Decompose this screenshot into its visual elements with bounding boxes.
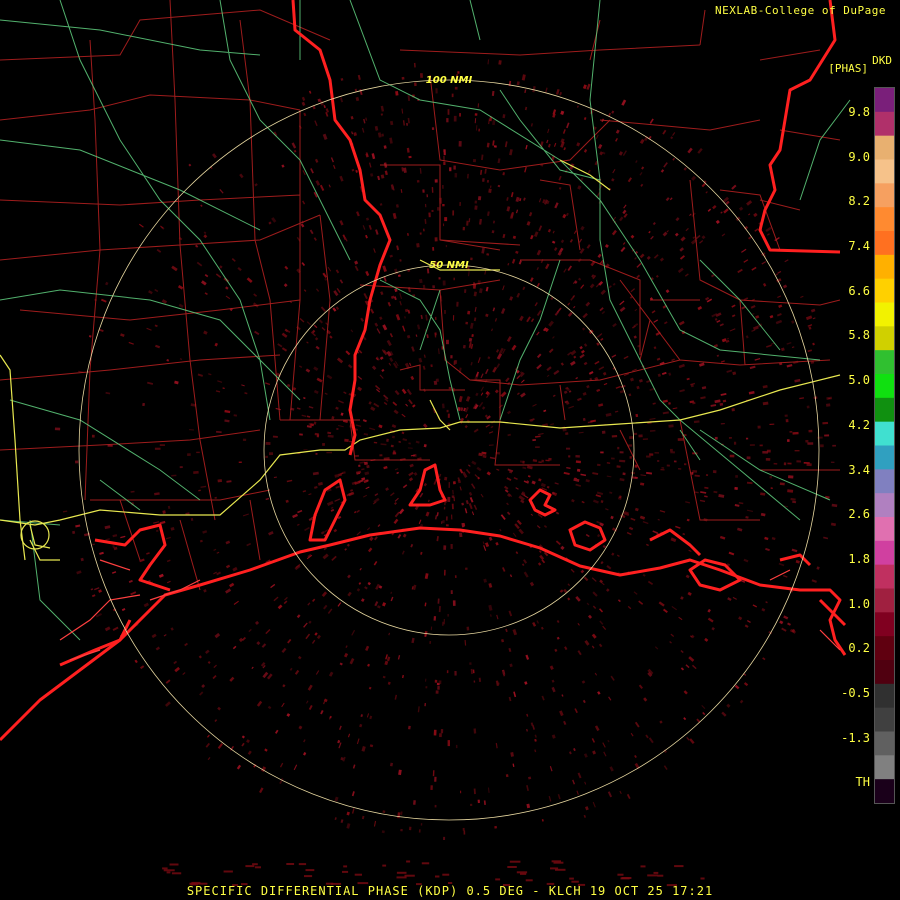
legend-swatch (875, 707, 894, 732)
legend-swatch (875, 683, 894, 709)
legend-label: 9.0 (848, 149, 870, 164)
legend-swatch (875, 88, 894, 113)
legend-swatch (875, 445, 894, 470)
legend-swatch (875, 493, 894, 518)
legend-swatch (875, 254, 894, 280)
legend-swatch (875, 612, 894, 637)
legend-label: 0.2 (848, 641, 870, 656)
legend-label: 9.8 (848, 105, 870, 119)
legend-swatch (875, 517, 894, 542)
legend-label: 4.2 (848, 417, 870, 432)
radar-display: 50 NMI 100 NMI NEXLAB-College of DuPage … (0, 0, 900, 900)
legend-label: 6.6 (848, 283, 870, 298)
legend-label: 1.8 (848, 551, 870, 566)
legend-swatch (875, 159, 894, 184)
legend-swatch (875, 731, 894, 756)
legend-swatch (875, 135, 894, 160)
range-rings (78, 79, 820, 821)
legend-swatch (875, 302, 894, 327)
legend-swatch (875, 183, 894, 208)
legend-label: 2.6 (848, 507, 870, 522)
legend-swatch (875, 350, 894, 375)
legend-swatch (875, 278, 894, 303)
product-code: DKD (872, 54, 892, 67)
legend-label: -1.3 (841, 730, 870, 745)
legend-label: 7.4 (848, 239, 870, 254)
state-and-coast-lines (0, 0, 847, 742)
legend-label: 5.0 (848, 373, 870, 388)
legend-swatch (875, 779, 894, 803)
legend-label: 3.4 (848, 462, 870, 477)
outer-ring-label: 100 NMI (426, 75, 473, 86)
credit-text: NEXLAB-College of DuPage (715, 4, 886, 17)
legend-swatch (875, 469, 894, 494)
legend-swatch (875, 374, 894, 399)
legend-swatch (875, 564, 894, 589)
county-boundaries (0, 0, 841, 591)
legend-swatch (875, 421, 894, 446)
legend-swatch (875, 588, 894, 613)
legend-swatch (875, 231, 894, 256)
legend-label: 5.8 (848, 328, 870, 343)
legend-swatch (875, 111, 894, 137)
legend-label: 8.2 (848, 194, 870, 209)
coast-detail (59, 559, 841, 661)
legend-labels: 9.8 9.0 8.2 7.4 6.6 5.8 5.0 4.2 3.4 2.6 1.8 1.0 0.2 -… (838, 87, 874, 802)
product-caption: SPECIFIC DIFFERENTIAL PHASE (KDP) 0.5 DE… (186, 884, 714, 898)
inner-ring-label: 50 NMI (429, 260, 469, 271)
radar-map: 50 NMI 100 NMI (0, 0, 851, 887)
units-label: [PHAS] (828, 62, 868, 75)
legend-label: -0.5 (841, 685, 870, 700)
color-legend-bar (874, 87, 895, 804)
legend-label: TH (855, 775, 870, 790)
legend-label: 1.0 (848, 596, 870, 611)
legend-swatch (875, 540, 894, 566)
legend-swatch (875, 660, 894, 685)
legend-swatch (875, 207, 894, 232)
legend-swatch (875, 636, 894, 661)
legend-swatch (875, 326, 894, 351)
legend-swatch (875, 755, 894, 780)
legend-swatch (875, 397, 894, 423)
